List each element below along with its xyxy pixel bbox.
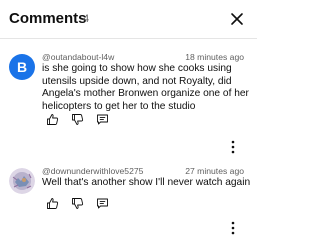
more-vertical-icon[interactable] [228, 221, 238, 235]
avatar[interactable] [9, 168, 35, 194]
thumb-up-icon[interactable] [46, 113, 59, 126]
close-icon[interactable] [229, 11, 245, 27]
header-divider [0, 38, 257, 39]
comment-text: Well that's another show I'll never watc… [42, 177, 251, 188]
reply-icon[interactable] [96, 197, 109, 210]
thumb-down-icon[interactable] [71, 197, 84, 210]
comment-author[interactable]: @outandabout-l4w [42, 52, 114, 62]
thumb-down-icon[interactable] [71, 113, 84, 126]
thumb-up-icon[interactable] [46, 197, 59, 210]
comment-text: is she going to show how she cooks using… [42, 63, 249, 112]
avatar-letter: B [16, 59, 28, 75]
more-vertical-icon[interactable] [228, 140, 238, 154]
comment-author[interactable]: @downunderwithlove5275 [42, 166, 143, 176]
comment-actions [46, 197, 126, 211]
comment-item: B @outandabout-l4w 18 minutes ago is she… [0, 46, 257, 156]
comment-item: @downunderwithlove5275 27 minutes ago We… [0, 160, 257, 240]
comment-actions [46, 113, 126, 127]
comments-title: Comments [9, 10, 87, 27]
comment-time: 27 minutes ago [185, 166, 244, 176]
comments-header: Comments 4 [0, 0, 257, 38]
avatar[interactable]: B [9, 54, 35, 80]
reply-icon[interactable] [96, 113, 109, 126]
comment-time: 18 minutes ago [185, 52, 244, 62]
comments-count: 4 [83, 13, 90, 25]
